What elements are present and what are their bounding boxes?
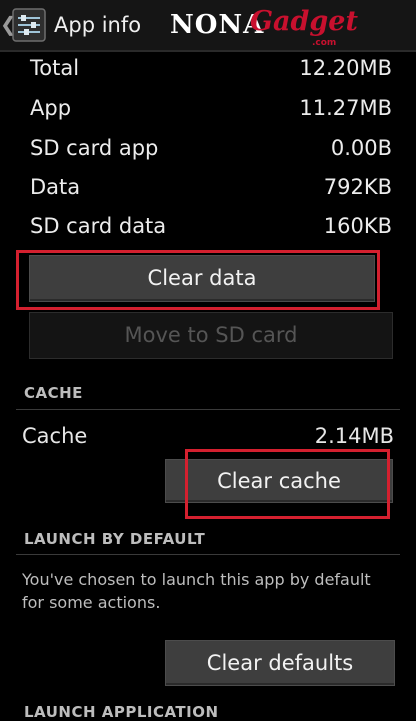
cache-value: 2.14MB <box>314 424 394 448</box>
section-divider <box>16 554 400 555</box>
action-bar: ❮ App info NONA Gadget .com <box>0 0 416 52</box>
page-title: App info <box>54 13 142 37</box>
settings-app-icon[interactable] <box>12 8 46 42</box>
storage-row-total: Total 12.20MB <box>30 56 394 86</box>
storage-value: 792KB <box>323 175 392 199</box>
storage-value: 160KB <box>323 214 392 238</box>
logo-gadget-text: Gadget <box>250 6 358 37</box>
storage-label: App <box>30 96 72 120</box>
storage-value: 11.27MB <box>299 96 392 120</box>
storage-row-app: App 11.27MB <box>30 96 394 126</box>
clear-cache-highlight <box>185 449 390 519</box>
storage-row-sd-card-data: SD card data 160KB <box>30 214 394 244</box>
storage-value: 0.00B <box>330 136 392 160</box>
section-divider <box>16 409 400 410</box>
clear-data-highlight <box>16 250 380 310</box>
storage-value: 12.20MB <box>299 56 392 80</box>
logo-com-text: .com <box>312 38 337 48</box>
storage-row-data: Data 792KB <box>30 175 394 205</box>
launch-by-default-header: LAUNCH BY DEFAULT <box>24 530 206 548</box>
cache-section-header: CACHE <box>24 384 83 402</box>
storage-label: Data <box>30 175 81 199</box>
storage-row-sd-card-app: SD card app 0.00B <box>30 136 394 166</box>
storage-label: SD card data <box>30 214 167 238</box>
move-to-sd-card-button[interactable]: Move to SD card <box>29 312 393 359</box>
storage-label: Total <box>30 56 80 80</box>
action-bar-divider <box>0 50 416 52</box>
clear-defaults-button[interactable]: Clear defaults <box>165 640 395 686</box>
launch-application-header: LAUNCH APPLICATION <box>24 703 219 721</box>
nonagadget-logo: NONA Gadget .com <box>170 4 358 50</box>
launch-default-description: You've chosen to launch this app by defa… <box>22 570 371 612</box>
storage-label: SD card app <box>30 136 159 160</box>
cache-label: Cache <box>22 424 88 448</box>
